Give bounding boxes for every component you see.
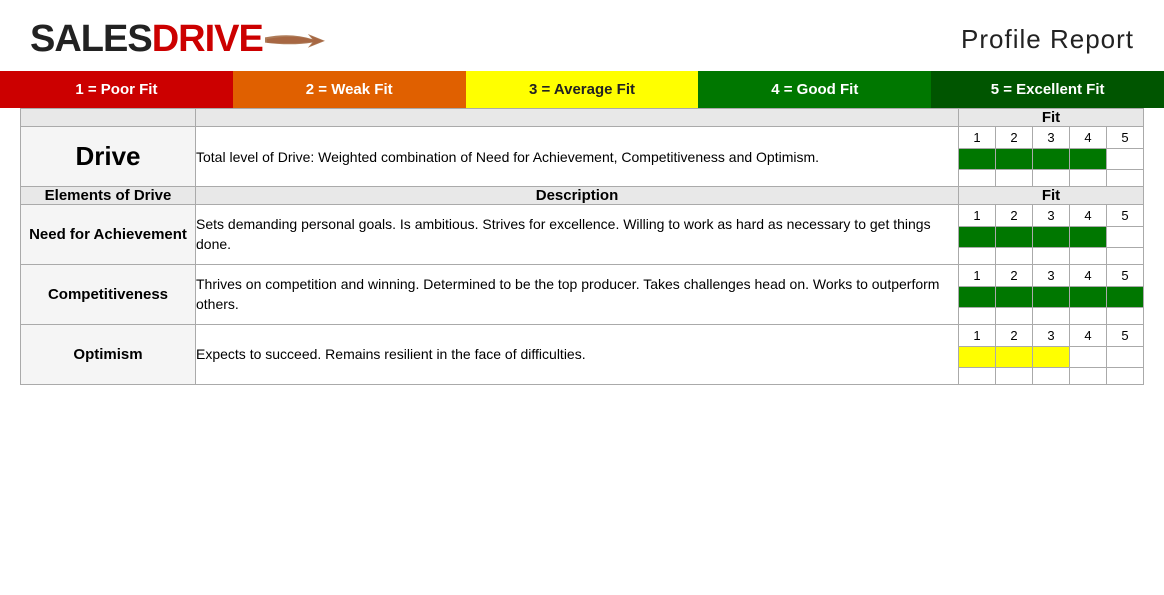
fit-main-header: Fit <box>959 109 1144 127</box>
drive-bar-3 <box>1033 149 1070 169</box>
drive-row: Drive Total level of Drive: Weighted com… <box>21 127 1144 187</box>
nfa-fit-num-4: 4 <box>1070 205 1107 226</box>
nfa-fit-num-2: 2 <box>996 205 1033 226</box>
comp-fit-num-2: 2 <box>996 265 1033 286</box>
header: SALESDRIVE Profile Report <box>0 0 1164 71</box>
nfa-bar-3 <box>1033 227 1070 247</box>
drive-empty-4 <box>1070 170 1107 186</box>
comp-fit-num-4: 4 <box>1070 265 1107 286</box>
opt-empty-1 <box>959 368 996 384</box>
nfa-empty-5 <box>1107 248 1143 264</box>
legend-good-fit: 4 = Good Fit <box>698 71 931 108</box>
nfa-fit-num-5: 5 <box>1107 205 1143 226</box>
opt-bar-2 <box>996 347 1033 367</box>
drive-top-desc-empty <box>196 109 959 127</box>
opt-fit-num-2: 2 <box>996 325 1033 346</box>
opt-empty-4 <box>1070 368 1107 384</box>
fit-num-3: 3 <box>1033 127 1070 148</box>
competitiveness-row: Competitiveness Thrives on competition a… <box>21 265 1144 325</box>
need-achievement-row: Need for Achievement Sets demanding pers… <box>21 205 1144 265</box>
drive-bar-4 <box>1070 149 1107 169</box>
nfa-bar-2 <box>996 227 1033 247</box>
drive-empty-3 <box>1033 170 1070 186</box>
comp-empty-1 <box>959 308 996 324</box>
nfa-empty-4 <box>1070 248 1107 264</box>
nfa-bar-5 <box>1107 227 1143 247</box>
elements-header-row: Elements of Drive Description Fit <box>21 187 1144 205</box>
logo-arrow-icon <box>265 18 325 36</box>
drive-header-row: Fit <box>21 109 1144 127</box>
optimism-desc: Expects to succeed. Remains resilient in… <box>196 325 959 385</box>
optimism-label: Optimism <box>21 325 196 385</box>
optimism-fit: 1 2 3 4 5 <box>959 325 1144 385</box>
logo-sales: SALES <box>30 18 152 61</box>
nfa-fit-num-3: 3 <box>1033 205 1070 226</box>
drive-bar-1 <box>959 149 996 169</box>
comp-fit-num-3: 3 <box>1033 265 1070 286</box>
legend-bar: 1 = Poor Fit 2 = Weak Fit 3 = Average Fi… <box>0 71 1164 108</box>
drive-bar-2 <box>996 149 1033 169</box>
elements-of-drive-label: Elements of Drive <box>21 187 196 205</box>
opt-bar-1 <box>959 347 996 367</box>
main-table: Fit Drive Total level of Drive: Weighted… <box>20 108 1144 385</box>
opt-bar-5 <box>1107 347 1143 367</box>
report-title: Profile Report <box>961 24 1134 55</box>
opt-empty-2 <box>996 368 1033 384</box>
nfa-empty-3 <box>1033 248 1070 264</box>
fit-num-5: 5 <box>1107 127 1143 148</box>
nfa-bar-4 <box>1070 227 1107 247</box>
comp-empty-3 <box>1033 308 1070 324</box>
fit-num-4: 4 <box>1070 127 1107 148</box>
comp-bar-4 <box>1070 287 1107 307</box>
need-achievement-fit: 1 2 3 4 5 <box>959 205 1144 265</box>
comp-bar-2 <box>996 287 1033 307</box>
legend-excellent-fit: 5 = Excellent Fit <box>931 71 1164 108</box>
comp-bar-1 <box>959 287 996 307</box>
need-achievement-label: Need for Achievement <box>21 205 196 265</box>
comp-empty-2 <box>996 308 1033 324</box>
description-header: Description <box>196 187 959 205</box>
legend-weak-fit: 2 = Weak Fit <box>233 71 466 108</box>
comp-bar-5 <box>1107 287 1143 307</box>
optimism-row: Optimism Expects to succeed. Remains res… <box>21 325 1144 385</box>
legend-average-fit: 3 = Average Fit <box>466 71 699 108</box>
comp-bar-3 <box>1033 287 1070 307</box>
opt-bar-4 <box>1070 347 1107 367</box>
drive-empty-5 <box>1107 170 1143 186</box>
competitiveness-fit: 1 2 3 4 5 <box>959 265 1144 325</box>
drive-bar-5 <box>1107 149 1143 169</box>
drive-fit: 1 2 3 4 5 <box>959 127 1144 187</box>
opt-fit-num-5: 5 <box>1107 325 1143 346</box>
drive-description: Total level of Drive: Weighted combinati… <box>196 127 959 187</box>
comp-fit-num-5: 5 <box>1107 265 1143 286</box>
comp-empty-4 <box>1070 308 1107 324</box>
drive-empty-2 <box>996 170 1033 186</box>
opt-empty-5 <box>1107 368 1143 384</box>
comp-empty-5 <box>1107 308 1143 324</box>
legend-poor-fit: 1 = Poor Fit <box>0 71 233 108</box>
opt-fit-num-4: 4 <box>1070 325 1107 346</box>
drive-empty-1 <box>959 170 996 186</box>
fit-num-2: 2 <box>996 127 1033 148</box>
nfa-bar-1 <box>959 227 996 247</box>
opt-fit-num-3: 3 <box>1033 325 1070 346</box>
fit-sub-header: Fit <box>959 187 1144 205</box>
competitiveness-desc: Thrives on competition and winning. Dete… <box>196 265 959 325</box>
nfa-fit-num-1: 1 <box>959 205 996 226</box>
drive-top-label-empty <box>21 109 196 127</box>
nfa-empty-2 <box>996 248 1033 264</box>
nfa-empty-1 <box>959 248 996 264</box>
drive-label: Drive <box>21 127 196 187</box>
logo: SALESDRIVE <box>30 18 325 61</box>
opt-empty-3 <box>1033 368 1070 384</box>
opt-fit-num-1: 1 <box>959 325 996 346</box>
fit-num-1: 1 <box>959 127 996 148</box>
logo-drive: DRIVE <box>152 18 263 61</box>
opt-bar-3 <box>1033 347 1070 367</box>
competitiveness-label: Competitiveness <box>21 265 196 325</box>
need-achievement-desc: Sets demanding personal goals. Is ambiti… <box>196 205 959 265</box>
comp-fit-num-1: 1 <box>959 265 996 286</box>
